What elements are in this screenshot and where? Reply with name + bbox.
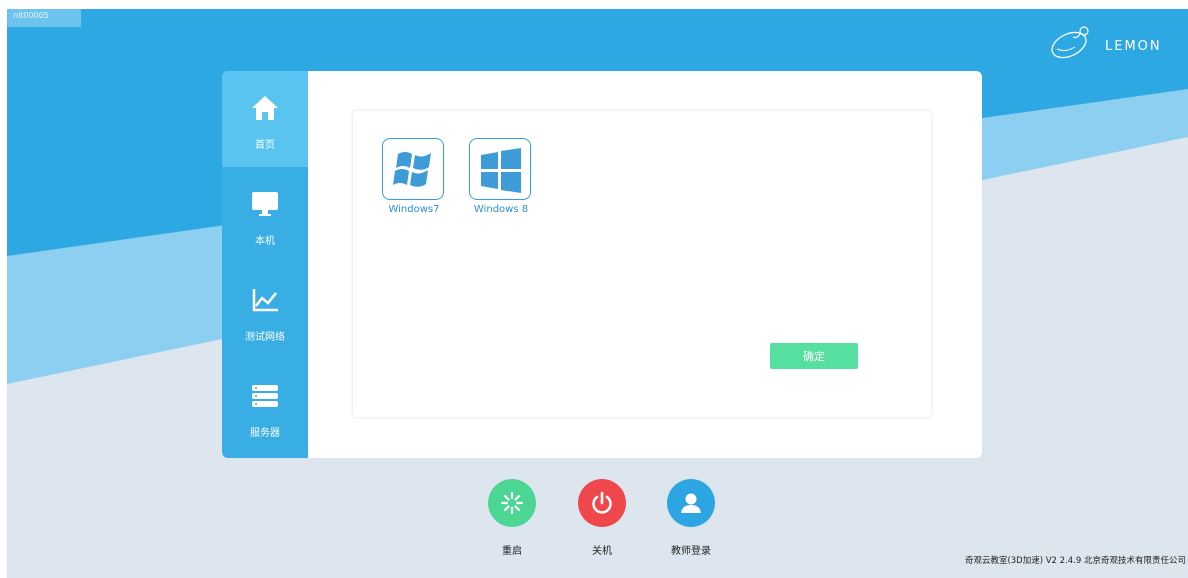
restart-label: 重启 [502,546,522,557]
shutdown-label: 关机 [592,546,612,557]
restart-circle [488,479,536,527]
power-icon [592,491,612,514]
os-option-windows8[interactable]: Windows 8 [468,138,534,218]
sidebar-item-server[interactable]: 服务器 [222,359,308,455]
os-tile [382,138,444,200]
shutdown-button[interactable]: 关机 [572,479,632,559]
sidebar-item-label: 测试网络 [245,332,285,343]
monitor-icon [252,192,278,216]
os-name: Windows 8 [473,204,529,215]
lemon-icon [1051,26,1089,59]
teacher-login-circle [667,479,715,527]
windows8-logo-icon [481,148,521,193]
os-option-windows7[interactable]: Windows7 [381,138,447,218]
os-name: Windows7 [388,204,440,215]
sidebar: 首页 本机 测试网络 服务器 [222,71,308,458]
desktop-screen: nlt00005 LEMON 首页 本机 测试网络 服务器 Windows7 W… [7,9,1188,578]
footer-version-text: 奇观云教室(3D加速) V2 2.4.9 北京奇观技术有限责任公司 [964,556,1186,566]
teacher-login-button[interactable]: 教师登录 [661,479,721,559]
user-icon [681,493,701,513]
restart-spinner-icon [500,491,524,515]
sidebar-item-home[interactable]: 首页 [222,71,308,167]
teacher-login-label: 教师登录 [671,546,711,557]
restart-button[interactable]: 重启 [482,479,542,559]
shutdown-circle [578,479,626,527]
confirm-button[interactable]: 确定 [770,343,858,369]
sidebar-item-label: 服务器 [250,428,280,439]
server-icon [252,385,278,407]
sidebar-item-label: 首页 [255,140,275,151]
line-chart-icon [252,289,278,312]
machine-id-tag: nlt00005 [7,9,81,27]
brand-name: LEMON [1105,39,1162,54]
sidebar-item-local-machine[interactable]: 本机 [222,167,308,263]
windows7-logo-icon [393,152,431,187]
system-selection-card: Windows7 Windows 8 确定 [353,111,931,417]
main-panel: 首页 本机 测试网络 服务器 Windows7 Windows 8 确定 [222,71,982,458]
os-tile [469,138,531,200]
home-icon [252,96,278,120]
sidebar-item-network-test[interactable]: 测试网络 [222,263,308,359]
brand-logo: LEMON [1047,19,1182,59]
sidebar-item-label: 本机 [255,236,275,247]
